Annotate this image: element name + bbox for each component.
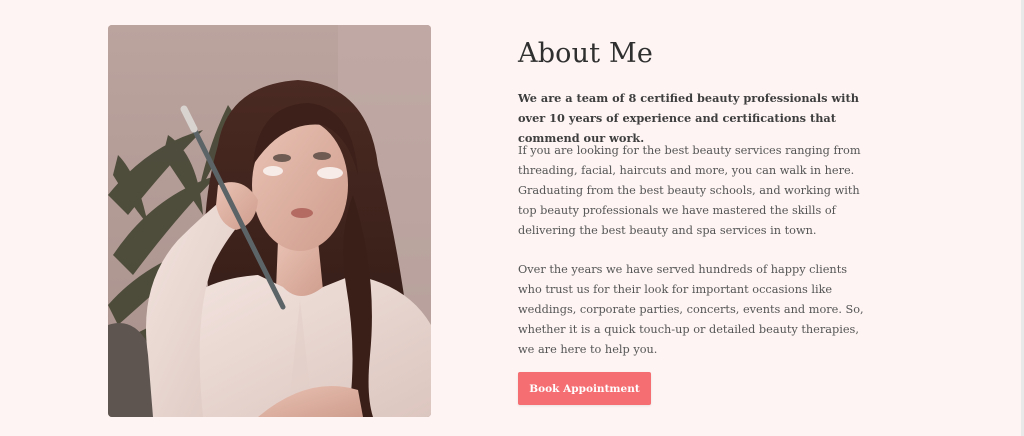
portrait-photo — [108, 25, 431, 417]
about-paragraph-1: If you are looking for the best beauty s… — [518, 144, 861, 237]
page-title: About Me — [518, 38, 654, 69]
book-appointment-button[interactable]: Book Appointment — [518, 372, 651, 405]
about-section: About Me We are a team of 8 certified be… — [518, 36, 873, 356]
lead-text: We are a team of 8 certified beauty prof… — [518, 91, 859, 145]
about-paragraph-2: Over the years we have served hundreds o… — [518, 263, 864, 356]
